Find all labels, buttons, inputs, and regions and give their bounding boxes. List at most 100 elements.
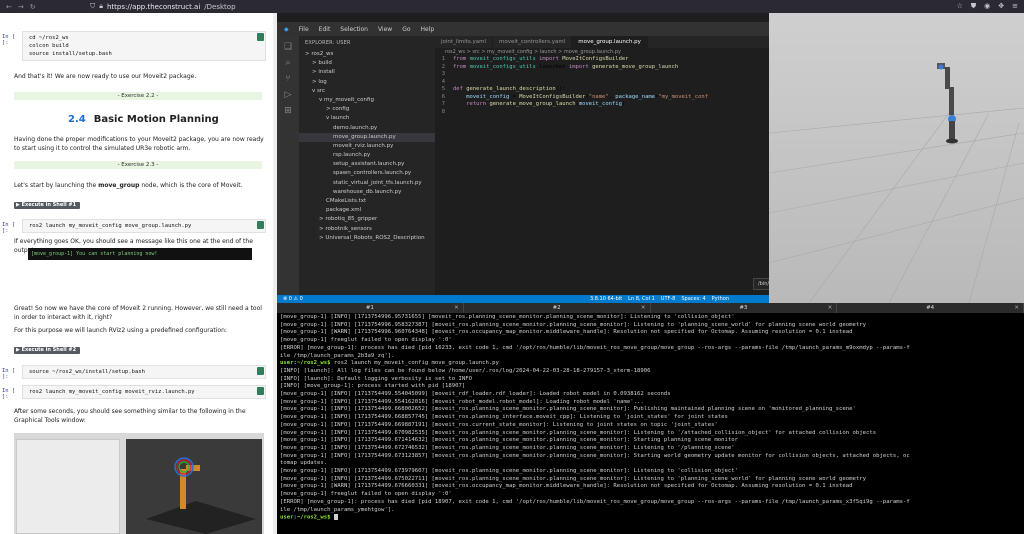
search-icon[interactable]: ⌕ [283, 58, 293, 68]
status-item[interactable]: Python [712, 295, 729, 303]
tree-item[interactable]: v my_moveit_config [299, 96, 435, 105]
status-item[interactable]: UTF-8 [661, 295, 676, 303]
extension-icon[interactable]: ✥ [998, 2, 1004, 11]
tree-item[interactable]: static_virtual_joint_tfs.launch.py [299, 179, 435, 188]
code-line: 5 def generate_launch_description(): [435, 86, 769, 94]
terminal-line: [move_group-1] [INFO] [1713754499.671414… [280, 437, 739, 444]
terminal-tab[interactable]: #4 ✕ [837, 303, 1024, 313]
code-block[interactable]: cd ~/ros2_ws colcon build source install… [22, 31, 266, 61]
tree-item[interactable]: > build [299, 59, 435, 68]
tree-item[interactable]: moveit_rviz.launch.py [299, 142, 435, 151]
status-item[interactable]: 3.8.10 64-bit [590, 295, 622, 303]
tree-item[interactable]: > robotiq_85_gripper [299, 215, 435, 224]
copy-icon[interactable] [257, 367, 264, 375]
status-item[interactable]: Ln 8, Col 1 [628, 295, 655, 303]
tree-item[interactable]: v launch [299, 114, 435, 123]
ur3e-robot-arm[interactable] [937, 63, 958, 144]
terminal-tab[interactable]: #1 ✕ [277, 303, 464, 313]
tree-item[interactable]: > config [299, 105, 435, 114]
tree-item[interactable]: v src [299, 87, 435, 96]
paragraph: Let's start by launching the move_group … [14, 182, 264, 191]
tree-item[interactable]: move_group.launch.py [299, 132, 435, 142]
line-number: 2 [441, 63, 445, 70]
editor-tab[interactable]: moveit_controllers.yaml [493, 36, 573, 48]
tree-item[interactable]: CMakeLists.txt [299, 197, 435, 206]
code-area[interactable]: 1 from moveit_configs_utils import MoveIt… [435, 56, 769, 116]
account-icon[interactable]: ◉ [984, 2, 990, 11]
paragraph: For this purpose we will launch RViz2 us… [14, 327, 227, 334]
code-block[interactable]: ros2 launch my_moveit_config move_group.… [22, 219, 266, 233]
close-icon[interactable]: ✕ [1014, 303, 1019, 313]
code-block[interactable]: source ~/ros2_ws/install/setup.bash [22, 365, 266, 379]
tree-item[interactable]: package.xml [299, 206, 435, 215]
menu-go[interactable]: Go [402, 26, 410, 33]
tree-item[interactable]: demo.launch.py [299, 124, 435, 133]
browser-actions: ☆ ⛊ ◉ ✥ ≡ [957, 2, 1024, 11]
terminal-tab[interactable]: #2 ✕ [464, 303, 651, 313]
close-icon[interactable]: ✕ [641, 303, 646, 313]
line-number: 4 [441, 78, 445, 85]
pocket-icon[interactable]: ⛊ [971, 2, 976, 11]
menu-edit[interactable]: Edit [319, 26, 331, 33]
cell-prompt: In [ ]: [2, 388, 16, 400]
terminal-line: [move_group-1] [INFO] [1713754499.672746… [280, 444, 735, 451]
tree-item[interactable]: > log [299, 78, 435, 87]
shell-badge[interactable]: ▶ Execute in Shell #2 [14, 347, 81, 354]
extensions-icon[interactable]: ⊞ [283, 106, 293, 116]
simulation-viewport[interactable] [769, 13, 1024, 303]
address-bar[interactable]: ⛉ 🔒︎ https://app.theconstruct.ai/Desktop [90, 2, 236, 11]
tree-item[interactable]: > Universal_Robots_ROS2_Description [299, 234, 435, 243]
code-cell[interactable]: In [ ]: ros2 launch my_moveit_config mov… [2, 219, 266, 234]
reload-icon[interactable]: ↻ [30, 3, 36, 11]
back-icon[interactable]: ← [6, 3, 12, 11]
tree-item[interactable]: > robotnik_sensors [299, 225, 435, 234]
code-cell[interactable]: In [ ]: source ~/ros2_ws/install/setup.b… [2, 365, 266, 380]
tree-item[interactable]: rsp.launch.py [299, 151, 435, 160]
tree-item[interactable]: warehouse_db.launch.py [299, 188, 435, 197]
tree-item[interactable]: setup_assistant.launch.py [299, 160, 435, 169]
close-icon[interactable]: ✕ [828, 303, 833, 313]
rviz-screenshot-image [14, 433, 264, 534]
run-debug-icon[interactable]: ▷ [283, 90, 293, 100]
copy-icon[interactable] [257, 221, 264, 229]
status-problems[interactable]: ⊗ 0 ⚠ 0 [283, 295, 303, 303]
shield-icon: ⛉ [90, 2, 96, 10]
status-item[interactable]: Spaces: 4 [681, 295, 705, 303]
robot-arm-image [146, 457, 256, 534]
url-path: /Desktop [204, 2, 236, 11]
simulation-grid [769, 63, 1024, 303]
tree-item[interactable]: spawn_controllers.launch.py [299, 169, 435, 178]
terminal-prompt: user:~/ros2_ws$ [280, 360, 334, 367]
terminal-tab-label: #2 [552, 305, 561, 311]
editor-tab[interactable]: joint_limits.yaml [435, 36, 494, 48]
editor-tab[interactable]: move_group.launch.py [572, 36, 648, 48]
menu-icon[interactable]: ≡ [1012, 2, 1018, 11]
status-bar: ⊗ 0 ⚠ 0 3.8.10 64-bit Ln 8, Col 1 UTF-8 Spa… [277, 295, 769, 303]
terminal-tab[interactable]: #3 ✕ [651, 303, 838, 313]
code-block[interactable]: ros2 launch my_moveit_config moveit_rviz… [22, 385, 266, 399]
breadcrumb[interactable]: ros2_ws > src > my_moveit_config > launc… [435, 48, 769, 56]
code-cell[interactable]: In [ ]: cd ~/ros2_ws colcon build source… [2, 31, 266, 61]
files-icon[interactable]: ❏ [283, 42, 293, 52]
terminal-line: [move_group-1] [WARN] [1713754499.676660… [280, 483, 853, 490]
copy-icon[interactable] [257, 387, 264, 395]
close-icon[interactable]: ✕ [454, 303, 459, 313]
section-heading: 2.4 Basic Motion Planning [68, 114, 219, 125]
menu-view[interactable]: View [378, 26, 392, 33]
code-line: 8 [435, 109, 769, 117]
terminal-prompt: user:~/ros2_ws$ [280, 514, 334, 521]
menu-help[interactable]: Help [421, 26, 435, 33]
line-number: 8 [441, 108, 445, 115]
terminal-output[interactable]: [move_group-1] [INFO] [1713754996.957316… [277, 313, 1024, 534]
menu-selection[interactable]: Selection [340, 26, 368, 33]
shell-badge[interactable]: ▶ Execute in Shell #1 [14, 202, 81, 209]
code-cell[interactable]: In [ ]: ros2 launch my_moveit_config mov… [2, 385, 266, 400]
source-control-icon[interactable]: ⑂ [283, 74, 293, 84]
tree-item[interactable]: > install [299, 68, 435, 77]
line-number: 7 [441, 101, 445, 107]
forward-icon[interactable]: → [18, 3, 24, 11]
tree-item[interactable]: > ros2_ws [299, 50, 435, 59]
menu-file[interactable]: File [299, 26, 309, 33]
star-icon[interactable]: ☆ [957, 2, 963, 11]
copy-icon[interactable] [257, 33, 264, 41]
